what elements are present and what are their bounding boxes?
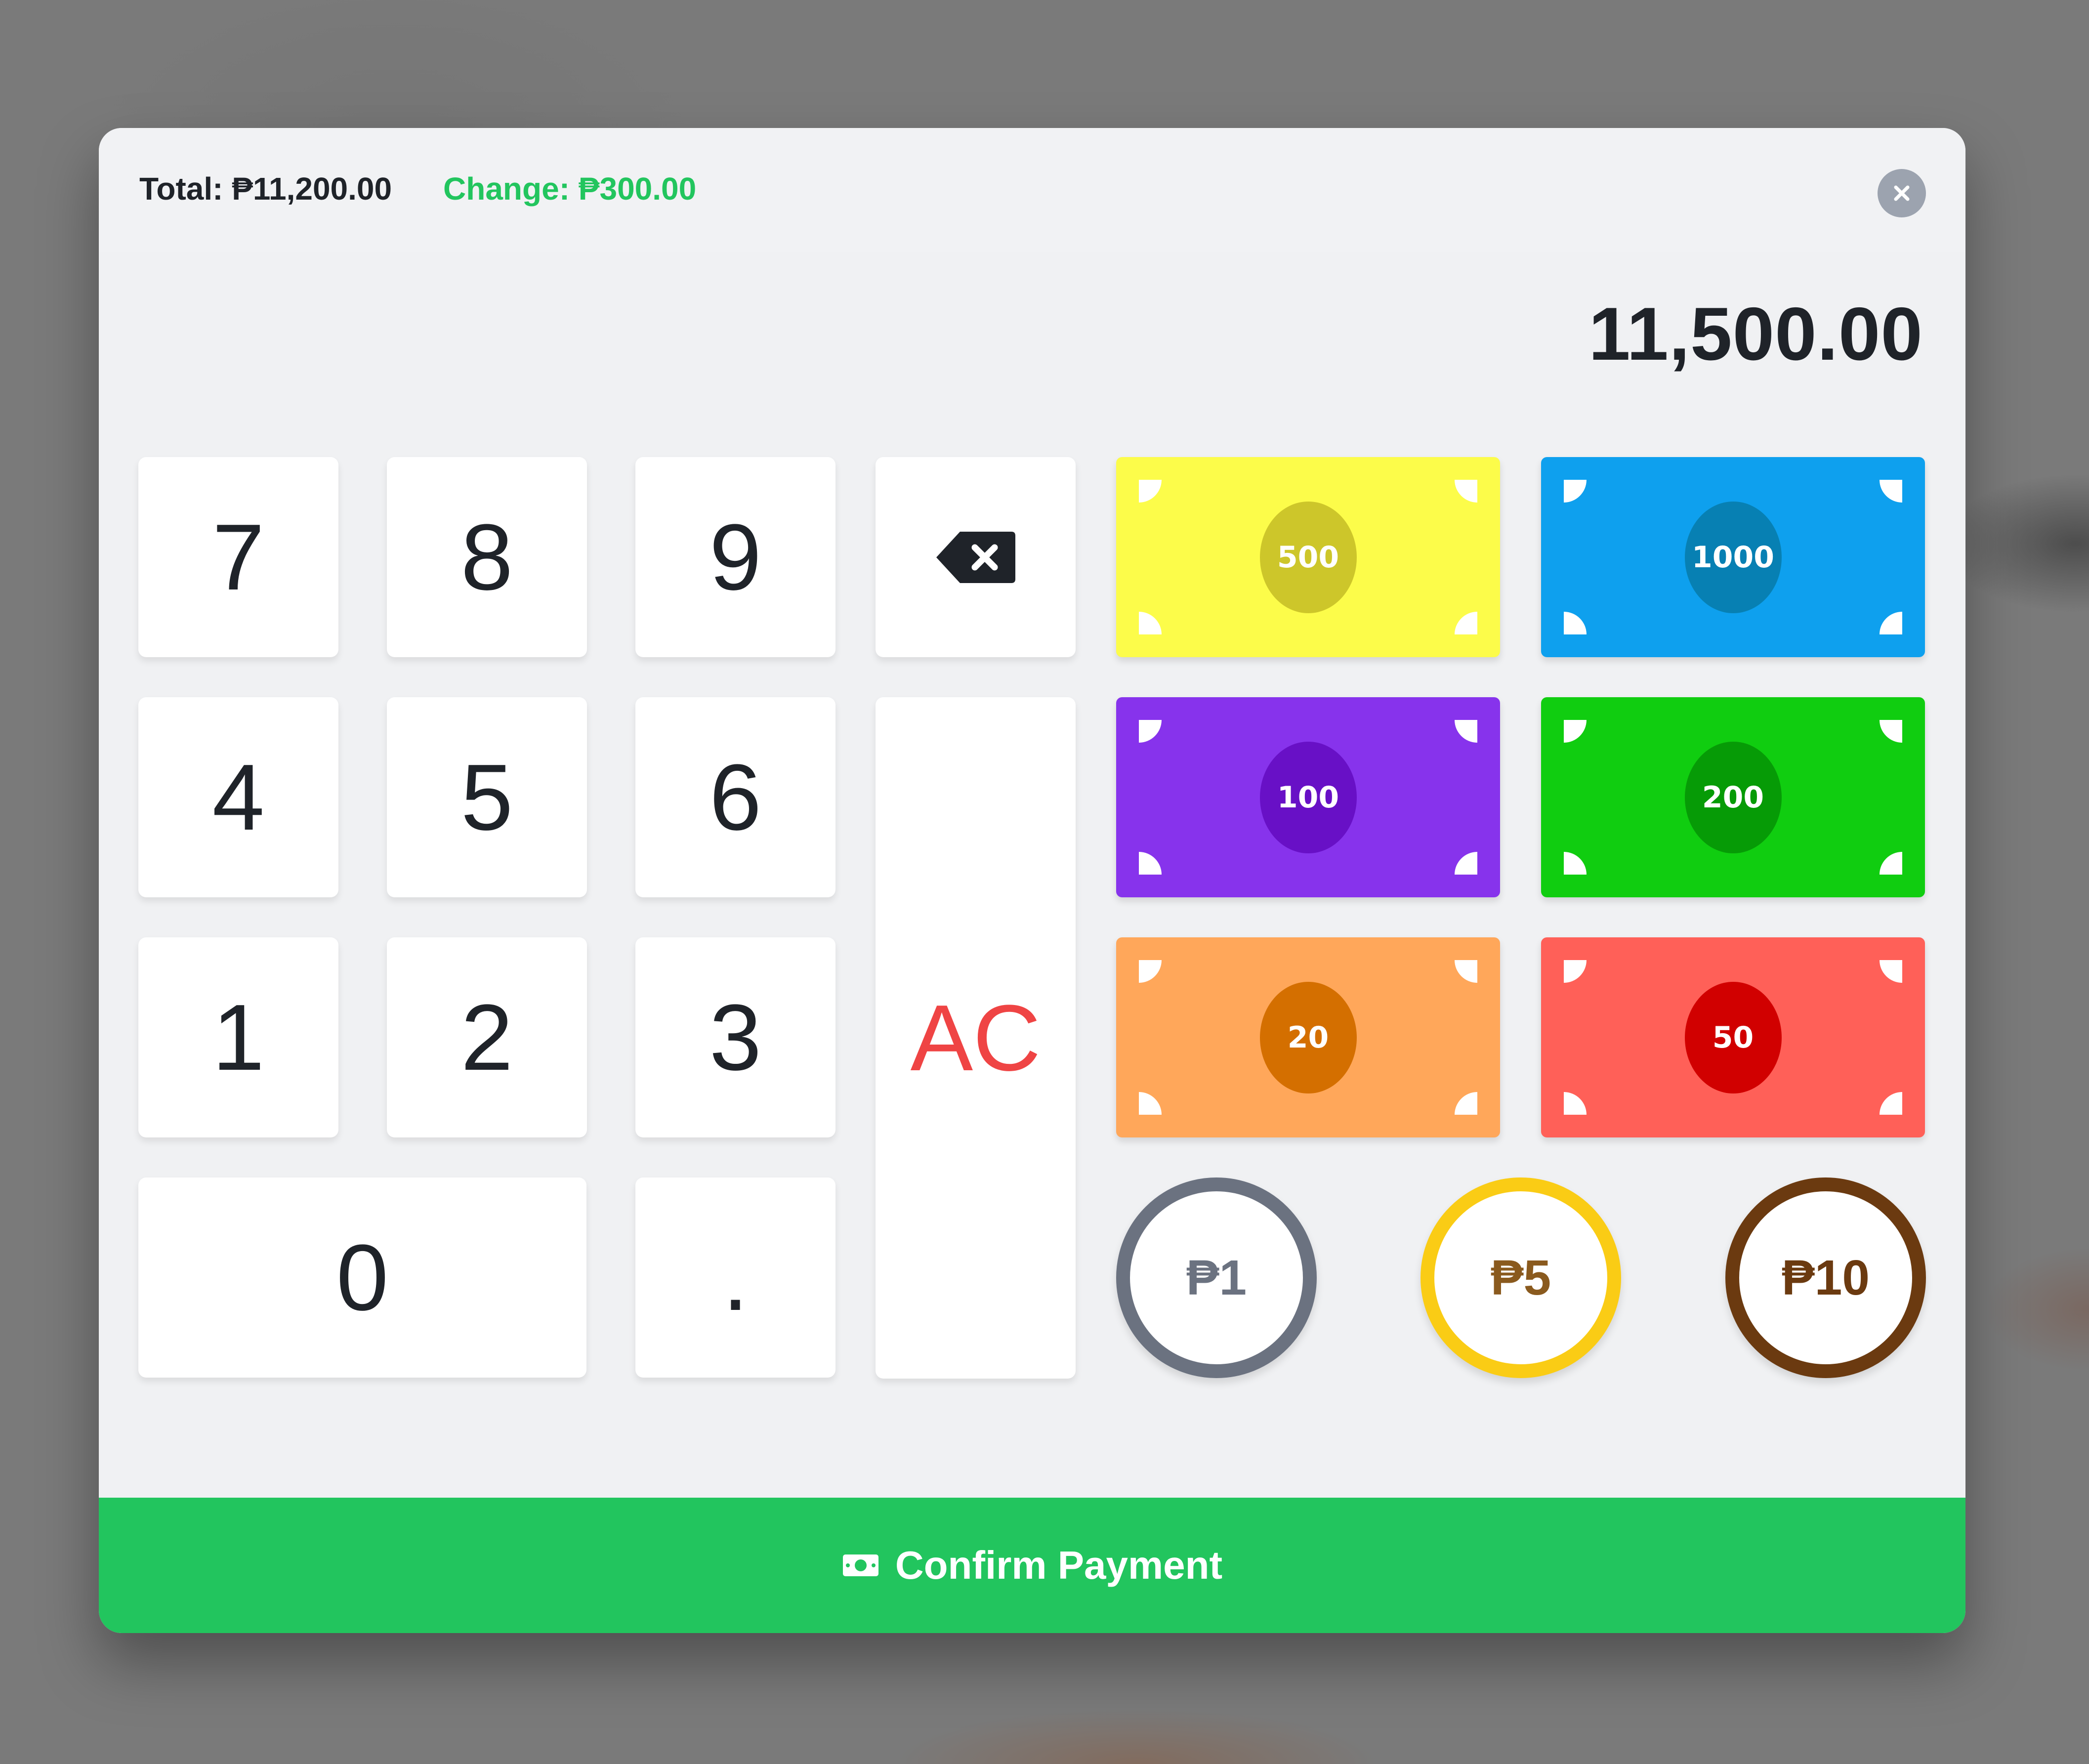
coin-1-button[interactable]: ₱1 — [1116, 1177, 1317, 1378]
key-9[interactable]: 9 — [635, 457, 836, 657]
key-5[interactable]: 5 — [387, 697, 587, 897]
key-1[interactable]: 1 — [138, 937, 338, 1137]
key-7[interactable]: 7 — [138, 457, 338, 657]
payment-modal: Total: ₱11,200.00 Change: ₱300.00 11,500… — [99, 128, 1965, 1633]
change-amount: Change: ₱300.00 — [443, 171, 697, 207]
bill-denomination: 100 — [1259, 741, 1357, 853]
close-button[interactable] — [1878, 169, 1926, 217]
key-decimal[interactable]: . — [635, 1177, 836, 1378]
coin-10-button[interactable]: ₱10 — [1725, 1177, 1926, 1378]
money-bill-icon — [842, 1553, 879, 1578]
bill-100-button[interactable]: 100 — [1116, 697, 1500, 897]
confirm-payment-button[interactable]: Confirm Payment — [99, 1498, 1965, 1633]
bill-50-button[interactable]: 50 — [1541, 937, 1925, 1137]
key-6[interactable]: 6 — [635, 697, 836, 897]
key-8[interactable]: 8 — [387, 457, 587, 657]
confirm-payment-label: Confirm Payment — [895, 1543, 1223, 1587]
amount-display: 11,500.00 — [1588, 292, 1923, 376]
bill-200-button[interactable]: 200 — [1541, 697, 1925, 897]
clear-button[interactable]: AC — [876, 697, 1076, 1379]
key-2[interactable]: 2 — [387, 937, 587, 1137]
bill-500-button[interactable]: 500 — [1116, 457, 1500, 657]
bill-denomination: 500 — [1259, 501, 1357, 613]
modal-header: Total: ₱11,200.00 Change: ₱300.00 — [99, 128, 1965, 252]
bill-denomination: 200 — [1684, 741, 1782, 853]
key-0[interactable]: 0 — [138, 1177, 586, 1378]
backspace-icon — [936, 531, 1015, 583]
coin-5-button[interactable]: ₱5 — [1421, 1177, 1621, 1378]
backspace-button[interactable] — [876, 457, 1076, 657]
bill-denomination: 1000 — [1684, 501, 1782, 613]
close-icon — [1894, 185, 1910, 201]
bill-denomination: 50 — [1684, 981, 1782, 1093]
key-4[interactable]: 4 — [138, 697, 338, 897]
total-amount: Total: ₱11,200.00 — [139, 171, 392, 207]
bill-denomination: 20 — [1259, 981, 1357, 1093]
bill-20-button[interactable]: 20 — [1116, 937, 1500, 1137]
bill-1000-button[interactable]: 1000 — [1541, 457, 1925, 657]
key-3[interactable]: 3 — [635, 937, 836, 1137]
